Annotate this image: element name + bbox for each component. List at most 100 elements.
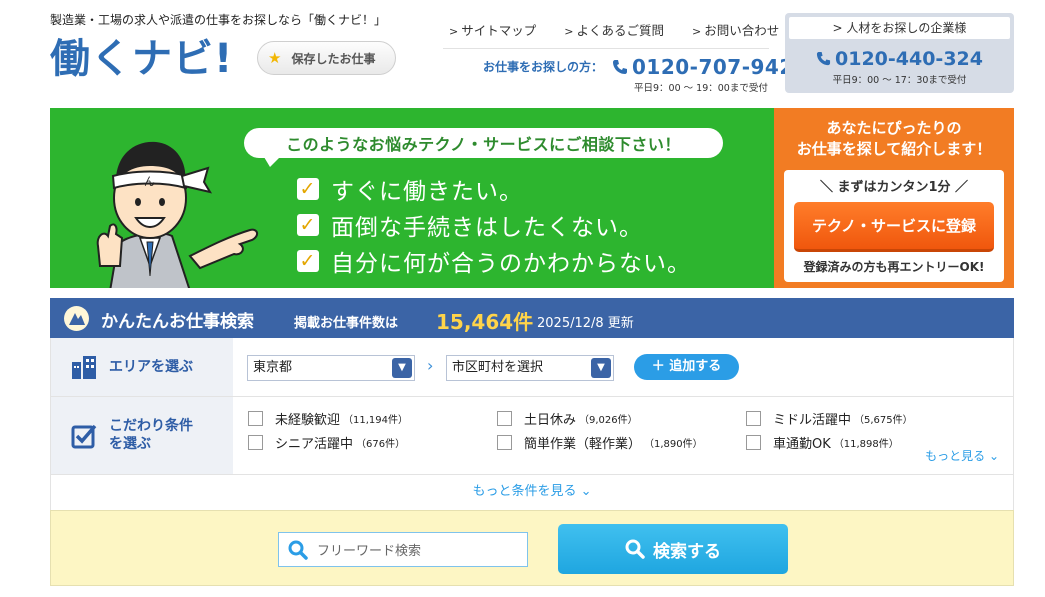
add-area-button[interactable]: ＋ 追加する <box>634 354 739 380</box>
sitemap-link[interactable]: > サイトマップ <box>449 20 536 39</box>
register-heading: あなたにぴったりの お仕事を探して紹介します！ <box>774 118 1014 160</box>
checkbox[interactable] <box>497 411 512 426</box>
conditions-label-line2: を選ぶ <box>109 436 151 452</box>
banner-check-item: ✓ 面倒な手続きはしたくない。 <box>297 207 691 243</box>
site-logo[interactable]: 働くナビ! <box>50 34 233 84</box>
condition-count: （676件） <box>356 439 406 450</box>
condition-count: （5,675件） <box>854 415 913 426</box>
show-more-conditions[interactable]: もっと条件を見る ⌄ <box>50 475 1014 510</box>
add-area-label: 追加する <box>669 359 722 374</box>
phone-icon <box>613 60 627 74</box>
checkmark-icon: ✓ <box>297 250 319 272</box>
condition-count: （1,890件） <box>644 439 703 450</box>
more-conditions-link[interactable]: もっと見る ⌄ <box>925 447 999 464</box>
banner-check-item: ✓ すぐに働きたい。 <box>297 171 691 207</box>
city-select[interactable]: 市区町村を選択 ▼ <box>446 355 614 381</box>
job-count-label: 掲載お仕事件数は <box>294 316 399 331</box>
corporate-hours: 平日9：00 〜 17：30まで受付 <box>832 75 967 86</box>
condition-checkbox[interactable]: 簡単作業（軽作業） （1,890件） <box>497 433 703 452</box>
register-subtitle: ＼ まずはカンタン1分 ／ <box>819 180 969 195</box>
header-divider <box>443 48 769 49</box>
corporate-link-label: 人材をお探しの企業様 <box>846 21 967 35</box>
condition-count: （9,026件） <box>579 415 638 426</box>
banner-check-item: ✓ 自分に何が合うのかわからない。 <box>297 243 691 279</box>
condition-checkbox[interactable]: ミドル活躍中 （5,675件） <box>746 409 913 428</box>
jobseeker-label: お仕事をお探しの方： <box>483 60 604 74</box>
faq-link-label: よくあるご質問 <box>576 23 664 38</box>
show-more-conditions-label: もっと条件を見る <box>472 484 577 499</box>
checkbox[interactable] <box>248 411 263 426</box>
jobseeker-hours: 平日9：00 〜 19：00まで受付 <box>634 83 768 94</box>
contact-link-label: お問い合わせ <box>704 23 780 38</box>
register-card: ＼ まずはカンタン1分 ／ テクノ・サービスに登録 登録済みの方も再エントリーO… <box>784 170 1004 282</box>
building-icon <box>72 356 96 379</box>
plus-icon: ＋ <box>651 359 670 374</box>
contact-link[interactable]: > お問い合わせ <box>692 20 779 39</box>
condition-label: 簡単作業（軽作業） <box>524 437 642 452</box>
checkmark-icon: ✓ <box>297 214 319 236</box>
svg-text:ん: ん <box>144 175 155 188</box>
register-button[interactable]: テクノ・サービスに登録 <box>794 202 994 252</box>
condition-label: 車通勤OK <box>773 437 831 452</box>
area-row-header: エリアを選ぶ <box>51 338 233 396</box>
chevron-right-icon: > <box>564 25 574 38</box>
promo-banner[interactable]: ん このようなお悩みテクノ・サービスにご相談下さい！ ✓ すぐに働きたい。 ✓ 面倒… <box>50 108 774 288</box>
conditions-row: こだわり条件 を選ぶ 未経験歓迎 （11,194件） 土日休み （9,026件） ミ… <box>50 397 1014 475</box>
condition-label: 土日休み <box>524 413 577 428</box>
checkbox[interactable] <box>248 435 263 450</box>
top-links: > サイトマップ > よくあるご質問 > お問い合わせ <box>449 20 779 39</box>
saved-jobs-button[interactable]: ★ 保存したお仕事 <box>257 41 396 75</box>
condition-checkbox[interactable]: 土日休み （9,026件） <box>497 409 638 428</box>
search-button[interactable]: 検索する <box>558 524 788 574</box>
banner-check-text: 自分に何が合うのかわからない。 <box>331 251 691 277</box>
prefecture-select[interactable]: 東京都 ▼ <box>247 355 415 381</box>
freeword-input[interactable]: フリーワード検索 <box>278 532 528 567</box>
condition-label: ミドル活躍中 <box>773 413 852 428</box>
chevron-right-icon: > <box>691 25 702 38</box>
condition-count: （11,898件） <box>833 439 899 450</box>
search-icon <box>288 540 308 560</box>
job-count: 15,464件 <box>436 310 534 334</box>
corporate-link[interactable]: > 人材をお探しの企業様 <box>789 17 1010 39</box>
faq-link[interactable]: > よくあるご質問 <box>564 20 664 39</box>
chevron-right-icon: > <box>832 21 847 35</box>
banner-check-list: ✓ すぐに働きたい。 ✓ 面倒な手続きはしたくない。 ✓ 自分に何が合うのかわからない… <box>297 171 691 279</box>
freeword-placeholder: フリーワード検索 <box>317 544 422 559</box>
chevron-down-icon: ▼ <box>392 358 412 378</box>
banner-check-text: 面倒な手続きはしたくない。 <box>331 215 643 241</box>
star-icon: ★ <box>268 49 282 67</box>
search-icon <box>625 539 645 559</box>
checkmark-icon: ✓ <box>297 178 319 200</box>
conditions-label: こだわり条件 を選ぶ <box>109 417 193 453</box>
saved-jobs-label: 保存したお仕事 <box>291 51 376 66</box>
area-label: エリアを選ぶ <box>109 359 193 375</box>
chevron-down-icon: ⌄ <box>576 484 592 499</box>
condition-checkbox[interactable]: 車通勤OK （11,898件） <box>746 433 899 452</box>
site-tagline: 製造業・工場の求人や派遣の仕事をお探しなら「働くナビ！」 <box>50 13 387 27</box>
conditions-label-line1: こだわり条件 <box>109 418 193 434</box>
checkbox[interactable] <box>746 435 761 450</box>
area-row: エリアを選ぶ 東京都 ▼ › 市区町村を選択 ▼ ＋ 追加する <box>50 338 1014 397</box>
condition-checkbox[interactable]: シニア活躍中 （676件） <box>248 433 405 452</box>
corporate-phone[interactable]: 0120-440-324 <box>785 48 1014 70</box>
city-select-value: 市区町村を選択 <box>452 360 544 375</box>
condition-checkbox[interactable]: 未経験歓迎 （11,194件） <box>248 409 408 428</box>
register-heading-line1: あなたにぴったりの <box>826 119 962 137</box>
jobseeker-phone-number: 0120-707-942 <box>632 55 794 79</box>
chevron-right-icon: > <box>449 25 459 38</box>
search-logo-icon <box>64 306 89 331</box>
checkbox[interactable] <box>746 411 761 426</box>
jobseeker-phone[interactable]: 0120-707-942 <box>612 55 794 79</box>
register-panel: あなたにぴったりの お仕事を探して紹介します！ ＼ まずはカンタン1分 ／ テク… <box>774 108 1014 288</box>
updated-date: 2025/12/8 更新 <box>537 316 634 331</box>
corporate-phone-number: 0120-440-324 <box>835 48 983 70</box>
search-title: かんたんお仕事検索 <box>101 312 254 332</box>
search-header-bar: かんたんお仕事検索 掲載お仕事件数は 15,464件 2025/12/8 更新 <box>50 298 1014 338</box>
condition-label: シニア活躍中 <box>275 437 354 452</box>
condition-count: （11,194件） <box>343 415 409 426</box>
checkbox[interactable] <box>497 435 512 450</box>
register-heading-line2: お仕事を探して紹介します！ <box>796 140 992 158</box>
conditions-row-header: こだわり条件 を選ぶ <box>51 397 233 474</box>
checkbox-icon <box>71 424 97 449</box>
sitemap-link-label: サイトマップ <box>461 23 537 38</box>
